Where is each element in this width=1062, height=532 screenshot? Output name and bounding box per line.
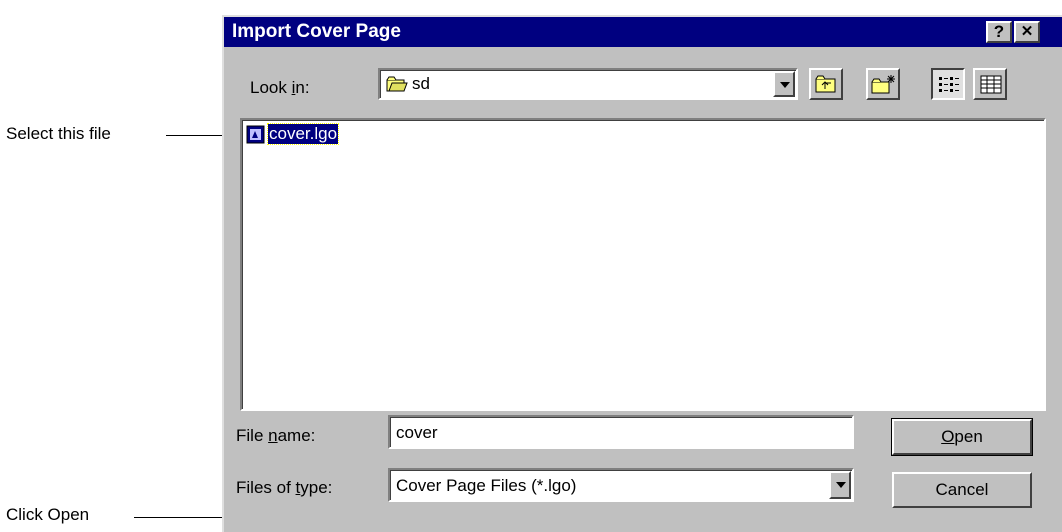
callout-select-file: Select this file bbox=[6, 124, 111, 143]
file-name-input[interactable]: cover bbox=[388, 415, 854, 449]
chevron-down-icon[interactable] bbox=[829, 471, 851, 499]
help-button[interactable]: ? bbox=[986, 21, 1012, 43]
cover-file-icon bbox=[246, 125, 265, 144]
list-view-button[interactable] bbox=[931, 68, 965, 100]
file-type-value: Cover Page Files (*.lgo) bbox=[396, 476, 577, 495]
open-button[interactable]: Open bbox=[891, 418, 1033, 456]
file-list[interactable]: cover.lgo bbox=[240, 118, 1046, 411]
new-folder-icon bbox=[871, 75, 895, 94]
folder-icon bbox=[386, 76, 408, 92]
file-name-label: File name: bbox=[236, 426, 316, 445]
look-in-dropdown[interactable]: sd bbox=[378, 68, 798, 100]
create-new-folder-button[interactable] bbox=[866, 68, 900, 100]
details-view-button[interactable] bbox=[973, 68, 1007, 100]
folder-up-icon bbox=[815, 75, 836, 93]
list-view-icon bbox=[939, 77, 959, 92]
close-button[interactable]: ✕ bbox=[1014, 21, 1040, 43]
look-in-value: sd bbox=[412, 74, 430, 93]
details-view-icon bbox=[980, 75, 1002, 94]
file-name-value: cover bbox=[396, 423, 438, 442]
file-item-label: cover.lgo bbox=[266, 123, 340, 145]
callout-click-open: Click Open bbox=[6, 505, 90, 524]
title-bar: Import Cover Page ? ✕ bbox=[224, 17, 1062, 47]
cancel-button[interactable]: Cancel bbox=[892, 472, 1032, 508]
dialog-title: Import Cover Page bbox=[232, 21, 401, 42]
file-type-label: Files of type: bbox=[236, 478, 333, 497]
file-type-dropdown[interactable]: Cover Page Files (*.lgo) bbox=[388, 468, 854, 502]
chevron-down-icon[interactable] bbox=[773, 71, 795, 97]
import-cover-page-dialog: Import Cover Page ? ✕ Look in: sd cover.… bbox=[222, 15, 1062, 532]
look-in-label: Look in: bbox=[250, 78, 310, 97]
up-one-level-button[interactable] bbox=[809, 68, 843, 100]
